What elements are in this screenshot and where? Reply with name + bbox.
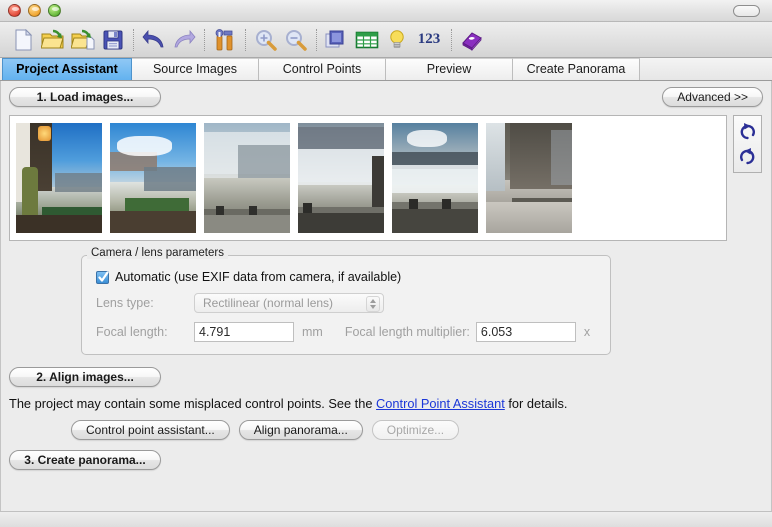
- focal-length-unit: mm: [302, 325, 323, 339]
- tab-control-points[interactable]: Control Points: [259, 58, 386, 80]
- numbers-icon[interactable]: 123: [412, 25, 446, 55]
- close-button[interactable]: [8, 4, 21, 17]
- toolbar-toggle-button[interactable]: [733, 5, 760, 17]
- tab-create-panorama[interactable]: Create Panorama: [513, 58, 640, 80]
- load-images-row: 1. Load images... Advanced >>: [9, 87, 763, 107]
- save-icon[interactable]: [98, 25, 128, 55]
- multiplier-input[interactable]: 6.053: [475, 322, 576, 342]
- focal-length-label: Focal length:: [96, 325, 168, 339]
- lens-type-select[interactable]: Rectilinear (normal lens): [194, 293, 384, 313]
- save-project-as-icon[interactable]: [68, 25, 98, 55]
- zoom-button[interactable]: [48, 4, 61, 17]
- multiplier-unit: x: [583, 325, 591, 339]
- toolbar-separator: [204, 28, 205, 51]
- thumbnail-image-1[interactable]: [15, 122, 103, 234]
- create-panorama-button[interactable]: 3. Create panorama...: [9, 450, 161, 470]
- thumbnail-image-3[interactable]: [203, 122, 291, 234]
- thumbnail-image-6[interactable]: [485, 122, 573, 234]
- automatic-checkbox-row[interactable]: Automatic (use EXIF data from camera, if…: [96, 270, 596, 284]
- open-project-icon[interactable]: [38, 25, 68, 55]
- hint-prefix: The project may contain some misplaced c…: [9, 396, 373, 411]
- tab-bar: Project Assistant Source Images Control …: [0, 58, 772, 81]
- window-controls: [8, 4, 61, 17]
- thumbnail-image-4[interactable]: [297, 122, 385, 234]
- tab-project-assistant[interactable]: Project Assistant: [2, 58, 132, 80]
- lens-type-row: Lens type: Rectilinear (normal lens): [96, 293, 596, 313]
- hint-icon[interactable]: [382, 25, 412, 55]
- control-point-assistant-link[interactable]: Control Point Assistant: [376, 396, 505, 411]
- tab-filler: [640, 58, 772, 80]
- chevron-updown-icon: [366, 296, 380, 312]
- thumbnail-image-2[interactable]: [109, 122, 197, 234]
- create-panorama-row: 3. Create panorama...: [9, 450, 763, 470]
- images-icon[interactable]: [322, 25, 352, 55]
- project-assistant-panel: 1. Load images... Advanced >> Camera / l…: [0, 81, 772, 511]
- tab-preview[interactable]: Preview: [386, 58, 513, 80]
- assistant-button-row: Control point assistant... Align panoram…: [9, 420, 763, 440]
- new-project-icon[interactable]: [8, 25, 38, 55]
- focal-length-row: Focal length: 4.791 mm Focal length mult…: [96, 322, 596, 342]
- grid-icon[interactable]: [352, 25, 382, 55]
- load-images-button[interactable]: 1. Load images...: [9, 87, 161, 107]
- tools-icon[interactable]: [210, 25, 240, 55]
- zoom-in-icon[interactable]: [251, 25, 281, 55]
- redo-icon[interactable]: [169, 25, 199, 55]
- hint-suffix: for details.: [508, 396, 568, 411]
- application-window: 123 Project Assistant Source Images Cont…: [0, 0, 772, 527]
- status-bar: [0, 511, 772, 527]
- minimize-button[interactable]: [28, 4, 41, 17]
- thumbnail-image-5[interactable]: [391, 122, 479, 234]
- book-icon[interactable]: [457, 25, 487, 55]
- main-toolbar: 123: [0, 22, 772, 58]
- zoom-out-icon[interactable]: [281, 25, 311, 55]
- multiplier-label: Focal length multiplier:: [344, 325, 470, 339]
- lens-type-value: Rectilinear (normal lens): [203, 296, 334, 310]
- toolbar-separator: [245, 28, 246, 51]
- align-panorama-button[interactable]: Align panorama...: [238, 420, 363, 440]
- align-images-row: 2. Align images...: [9, 367, 763, 387]
- tab-source-images[interactable]: Source Images: [132, 58, 259, 80]
- focal-length-input[interactable]: 4.791: [194, 322, 294, 342]
- rotate-ccw-icon[interactable]: [735, 119, 760, 144]
- toolbar-separator: [451, 28, 452, 51]
- align-images-button[interactable]: 2. Align images...: [9, 367, 161, 387]
- automatic-label: Automatic (use EXIF data from camera, if…: [115, 270, 402, 284]
- toolbar-separator: [316, 28, 317, 51]
- title-bar: [0, 0, 772, 22]
- lens-type-label: Lens type:: [96, 296, 154, 310]
- control-point-hint: The project may contain some misplaced c…: [9, 396, 763, 411]
- rotate-buttons: [733, 115, 762, 173]
- thumbnail-strip[interactable]: [9, 115, 727, 241]
- toolbar-separator: [133, 28, 134, 51]
- automatic-checkbox[interactable]: [96, 270, 109, 284]
- camera-lens-group: Camera / lens parameters Automatic (use …: [81, 247, 611, 355]
- thumbnail-area: [9, 115, 763, 241]
- rotate-cw-icon[interactable]: [735, 144, 760, 169]
- control-point-assistant-button[interactable]: Control point assistant...: [71, 420, 230, 440]
- undo-icon[interactable]: [139, 25, 169, 55]
- advanced-button[interactable]: Advanced >>: [662, 87, 763, 107]
- camera-lens-legend: Camera / lens parameters: [87, 247, 228, 259]
- optimize-button: Optimize...: [371, 420, 460, 440]
